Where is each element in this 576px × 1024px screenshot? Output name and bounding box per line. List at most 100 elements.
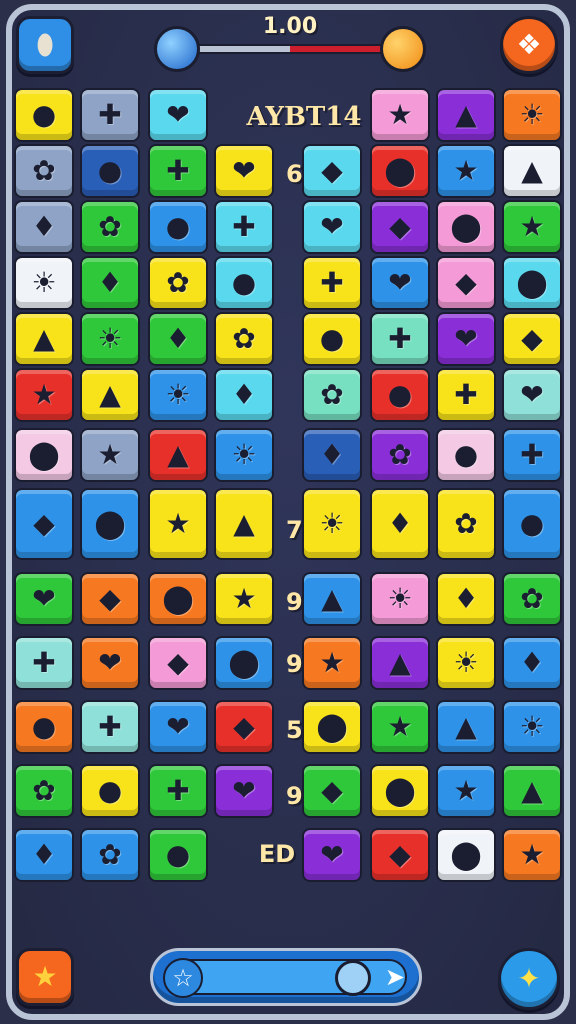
- board-tile[interactable]: ♦: [302, 428, 362, 482]
- board-tile[interactable]: ☀: [148, 368, 208, 422]
- board-tile[interactable]: ★: [502, 200, 562, 254]
- board-tile[interactable]: ❤: [148, 700, 208, 754]
- board-tile[interactable]: ●: [148, 200, 208, 254]
- board-tile[interactable]: ✿: [14, 144, 74, 198]
- board-tile[interactable]: ◆: [502, 312, 562, 366]
- board-tile[interactable]: ▲: [148, 428, 208, 482]
- board-tile[interactable]: ★: [302, 636, 362, 690]
- board-tile[interactable]: ☀: [436, 636, 496, 690]
- board-tile[interactable]: ✚: [80, 88, 140, 142]
- arrow-icon[interactable]: ➤: [385, 963, 405, 991]
- board-tile[interactable]: ♦: [370, 488, 430, 560]
- board-tile[interactable]: ●: [14, 88, 74, 142]
- board-tile[interactable]: ♦: [214, 368, 274, 422]
- board-tile[interactable]: ☀: [14, 256, 74, 310]
- board-tile[interactable]: ●: [214, 256, 274, 310]
- board-tile[interactable]: ✿: [80, 828, 140, 882]
- board-tile[interactable]: ▲: [214, 488, 274, 560]
- board-tile[interactable]: ●: [80, 764, 140, 818]
- board-tile[interactable]: ●: [502, 488, 562, 560]
- board-tile[interactable]: ●: [302, 312, 362, 366]
- board-tile[interactable]: ⬤: [148, 572, 208, 626]
- board-tile[interactable]: ❤: [214, 144, 274, 198]
- board-tile[interactable]: ✿: [80, 200, 140, 254]
- board-tile[interactable]: ✚: [148, 144, 208, 198]
- board-tile[interactable]: ◆: [148, 636, 208, 690]
- board-tile[interactable]: ♦: [436, 572, 496, 626]
- board-tile[interactable]: ★: [436, 144, 496, 198]
- board-tile[interactable]: ▲: [436, 88, 496, 142]
- board-tile[interactable]: ★: [148, 488, 208, 560]
- board-tile[interactable]: ✚: [14, 636, 74, 690]
- board-tile[interactable]: ♦: [14, 828, 74, 882]
- board-tile[interactable]: ◆: [436, 256, 496, 310]
- board-tile[interactable]: ★: [370, 700, 430, 754]
- board-tile[interactable]: ⬤: [302, 700, 362, 754]
- board-tile[interactable]: ✚: [502, 428, 562, 482]
- board-tile[interactable]: ▲: [80, 368, 140, 422]
- board-tile[interactable]: ★: [436, 764, 496, 818]
- board-tile[interactable]: ❤: [370, 256, 430, 310]
- board-tile[interactable]: ⬤: [214, 636, 274, 690]
- board-tile[interactable]: ▲: [502, 144, 562, 198]
- board-tile[interactable]: ⬤: [502, 256, 562, 310]
- board-tile[interactable]: ▲: [14, 312, 74, 366]
- board-tile[interactable]: ◆: [370, 200, 430, 254]
- board-tile[interactable]: ★: [80, 428, 140, 482]
- board-tile[interactable]: ●: [370, 368, 430, 422]
- star-button[interactable]: ★: [16, 948, 74, 1006]
- board-tile[interactable]: ♦: [502, 636, 562, 690]
- board-tile[interactable]: ☀: [502, 88, 562, 142]
- star-wand-button[interactable]: ✦: [498, 948, 560, 1010]
- board-tile[interactable]: ❤: [214, 764, 274, 818]
- board-tile[interactable]: ❤: [148, 88, 208, 142]
- booster-knob[interactable]: [335, 960, 371, 996]
- board-tile[interactable]: ✿: [148, 256, 208, 310]
- menu-button[interactable]: ❖: [500, 16, 558, 74]
- board-tile[interactable]: ◆: [302, 144, 362, 198]
- board-tile[interactable]: ❤: [80, 636, 140, 690]
- board-tile[interactable]: ◆: [302, 764, 362, 818]
- board-tile[interactable]: ✿: [370, 428, 430, 482]
- board-tile[interactable]: ❤: [436, 312, 496, 366]
- board-tile[interactable]: ✿: [436, 488, 496, 560]
- board-tile[interactable]: ♦: [14, 200, 74, 254]
- board-tile[interactable]: ●: [436, 428, 496, 482]
- board-tile[interactable]: ☀: [302, 488, 362, 560]
- board-tile[interactable]: ⬤: [370, 764, 430, 818]
- board-tile[interactable]: ❤: [302, 200, 362, 254]
- board-tile[interactable]: ✚: [370, 312, 430, 366]
- board-tile[interactable]: ☀: [502, 700, 562, 754]
- board-tile[interactable]: ✚: [148, 764, 208, 818]
- board-tile[interactable]: ❤: [302, 828, 362, 882]
- board-tile[interactable]: ●: [148, 828, 208, 882]
- board-tile[interactable]: ▲: [502, 764, 562, 818]
- board-tile[interactable]: ♦: [148, 312, 208, 366]
- board-tile[interactable]: ❤: [502, 368, 562, 422]
- board-tile[interactable]: ✚: [436, 368, 496, 422]
- board-tile[interactable]: ⬤: [80, 488, 140, 560]
- board-tile[interactable]: ⬤: [436, 200, 496, 254]
- board-tile[interactable]: ★: [214, 572, 274, 626]
- star-icon[interactable]: ☆: [163, 958, 203, 998]
- board-tile[interactable]: ✿: [302, 368, 362, 422]
- board-tile[interactable]: ⬤: [370, 144, 430, 198]
- board-tile[interactable]: ✿: [502, 572, 562, 626]
- board-tile[interactable]: ◆: [80, 572, 140, 626]
- board-tile[interactable]: ✿: [214, 312, 274, 366]
- board-tile[interactable]: ▲: [302, 572, 362, 626]
- board-tile[interactable]: ◆: [14, 488, 74, 560]
- board-tile[interactable]: ●: [14, 700, 74, 754]
- board-tile[interactable]: ▲: [436, 700, 496, 754]
- board-tile[interactable]: ✿: [14, 764, 74, 818]
- board-tile[interactable]: ▲: [370, 636, 430, 690]
- rock-button[interactable]: ⬮: [16, 16, 74, 74]
- booster-bar[interactable]: ☆ ➤: [150, 948, 422, 1006]
- board-tile[interactable]: ✚: [214, 200, 274, 254]
- board-tile[interactable]: ♦: [80, 256, 140, 310]
- board-tile[interactable]: ◆: [370, 828, 430, 882]
- board-tile[interactable]: ★: [370, 88, 430, 142]
- board-tile[interactable]: ☀: [80, 312, 140, 366]
- board-tile[interactable]: ☀: [370, 572, 430, 626]
- board-tile[interactable]: ✚: [302, 256, 362, 310]
